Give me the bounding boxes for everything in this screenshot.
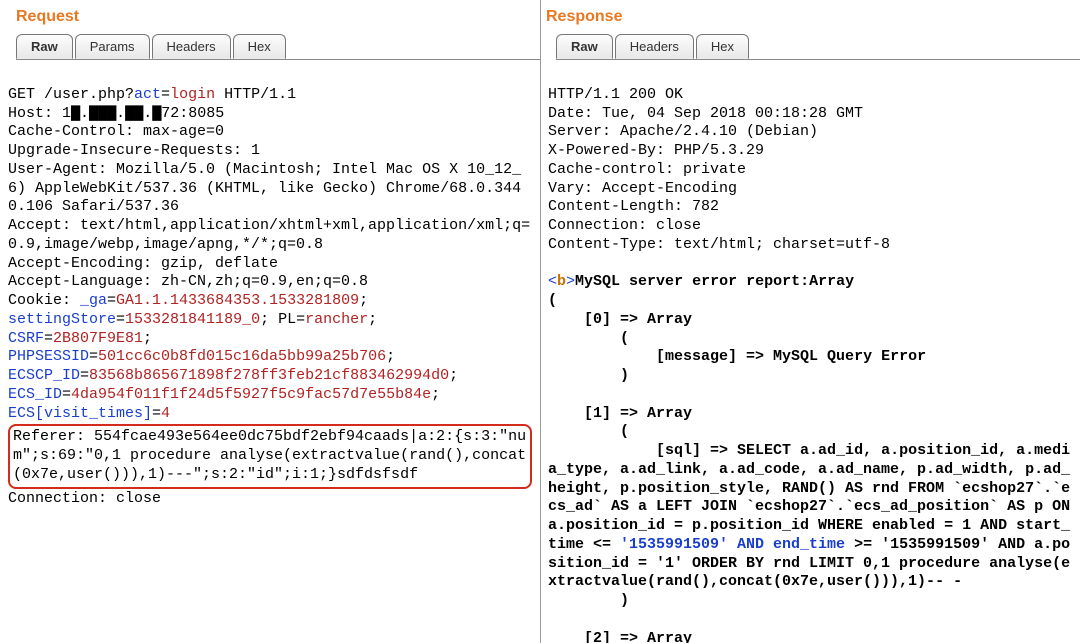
sep: ; xyxy=(431,386,449,403)
resp-line: Connection: close xyxy=(548,217,701,234)
tag-name: b xyxy=(557,273,566,290)
resp-line: [2] => Array xyxy=(548,630,692,643)
sep: ; PL xyxy=(260,311,296,328)
resp-bold: MySQL server error report:Array xyxy=(575,273,854,290)
ck-val: 4da954f011f1f24d5f5927f5c9fac57d7e55b84e xyxy=(71,386,431,403)
resp-line: Date: Tue, 04 Sep 2018 00:18:28 GMT xyxy=(548,105,863,122)
sep: ; xyxy=(449,367,467,384)
tab-hex[interactable]: Hex xyxy=(696,34,749,59)
tab-params[interactable]: Params xyxy=(75,34,150,59)
resp-line: [1] => Array xyxy=(548,405,692,422)
req-line: Connection: close xyxy=(8,490,161,507)
sep: ; xyxy=(368,311,386,328)
ck-key: settingStore xyxy=(8,311,116,328)
resp-line: ( xyxy=(548,292,557,309)
request-tabs: Raw Params Headers Hex xyxy=(16,34,540,60)
req-line: User-Agent: Mozilla/5.0 (Macintosh; Inte… xyxy=(8,161,521,216)
ck-val: GA1.1.1433684353.1533281809 xyxy=(116,292,359,309)
req-line: Accept-Encoding: gzip, deflate xyxy=(8,255,278,272)
resp-line: HTTP/1.1 200 OK xyxy=(548,86,683,103)
tab-headers[interactable]: Headers xyxy=(615,34,694,59)
ck-key: PHPSESSID xyxy=(8,348,89,365)
resp-line: ( xyxy=(548,330,629,347)
response-tabs: Raw Headers Hex xyxy=(556,34,1080,60)
eq: = xyxy=(89,348,98,365)
tab-hex[interactable]: Hex xyxy=(233,34,286,59)
req-line: Host: 1▇.▇▇▇.▇▇.▇72:8085 xyxy=(8,105,224,122)
req-line: Accept-Language: zh-CN,zh;q=0.9,en;q=0.8 xyxy=(8,273,368,290)
ck-key: ECS_ID xyxy=(8,386,62,403)
eq: = xyxy=(107,292,116,309)
resp-line: Vary: Accept-Encoding xyxy=(548,180,737,197)
resp-line: Content-Length: 782 xyxy=(548,198,719,215)
tab-raw[interactable]: Raw xyxy=(556,34,613,59)
resp-line: Content-Type: text/html; charset=utf-8 xyxy=(548,236,890,253)
referer-highlight-box: Referer: 554fcae493e564ee0dc75bdf2ebf94c… xyxy=(8,424,532,488)
ck-key: ECS[visit_times] xyxy=(8,405,152,422)
eq: = xyxy=(62,386,71,403)
ck-val: 1533281841189_0 xyxy=(125,311,260,328)
ck-val: 83568b865671898f278ff3feb21cf883462994d0 xyxy=(89,367,449,384)
resp-sql-blue: '1535991509' AND end_time xyxy=(620,536,854,553)
resp-line: [0] => Array xyxy=(548,311,692,328)
req-line: Cookie: xyxy=(8,292,80,309)
sep: ; xyxy=(386,348,404,365)
request-title: Request xyxy=(0,0,540,30)
req-param: act xyxy=(134,86,161,103)
req-val: login xyxy=(170,86,215,103)
eq: = xyxy=(44,330,53,347)
req-line: Upgrade-Insecure-Requests: 1 xyxy=(8,142,260,159)
sep: ; xyxy=(143,330,161,347)
eq: = xyxy=(80,367,89,384)
ck-val: 4 xyxy=(161,405,170,422)
resp-line: ) xyxy=(548,592,629,609)
eq: = xyxy=(161,86,170,103)
req-line: GET /user.php? xyxy=(8,86,134,103)
response-content[interactable]: HTTP/1.1 200 OK Date: Tue, 04 Sep 2018 0… xyxy=(540,59,1080,643)
response-panel: Response Raw Headers Hex HTTP/1.1 200 OK… xyxy=(540,0,1080,643)
tag-close: > xyxy=(566,273,575,290)
ck-val: 2B807F9E81 xyxy=(53,330,143,347)
response-title: Response xyxy=(540,0,1080,30)
ck-key: ECSCP_ID xyxy=(8,367,80,384)
tab-raw[interactable]: Raw xyxy=(16,34,73,59)
request-content[interactable]: GET /user.php?act=login HTTP/1.1 Host: 1… xyxy=(0,59,540,643)
ck-val: rancher xyxy=(305,311,368,328)
eq: = xyxy=(152,405,161,422)
req-line: Accept: text/html,application/xhtml+xml,… xyxy=(8,217,530,253)
request-panel: Request Raw Params Headers Hex GET /user… xyxy=(0,0,540,643)
resp-line: ( xyxy=(548,423,629,440)
ck-key: CSRF xyxy=(8,330,44,347)
resp-line: Cache-control: private xyxy=(548,161,746,178)
resp-line: [message] => MySQL Query Error xyxy=(548,348,926,365)
sep: ; xyxy=(359,292,377,309)
tab-headers[interactable]: Headers xyxy=(152,34,231,59)
req-line: HTTP/1.1 xyxy=(215,86,296,103)
req-referer: Referer: 554fcae493e564ee0dc75bdf2ebf94c… xyxy=(13,428,526,483)
eq: = xyxy=(116,311,125,328)
ck-val: 501cc6c0b8fd015c16da5bb99a25b706 xyxy=(98,348,386,365)
req-line: Cache-Control: max-age=0 xyxy=(8,123,224,140)
resp-line: ) xyxy=(548,367,629,384)
resp-line: X-Powered-By: PHP/5.3.29 xyxy=(548,142,764,159)
ck-key: _ga xyxy=(80,292,107,309)
tag-open: < xyxy=(548,273,557,290)
resp-line: Server: Apache/2.4.10 (Debian) xyxy=(548,123,818,140)
eq: = xyxy=(296,311,305,328)
